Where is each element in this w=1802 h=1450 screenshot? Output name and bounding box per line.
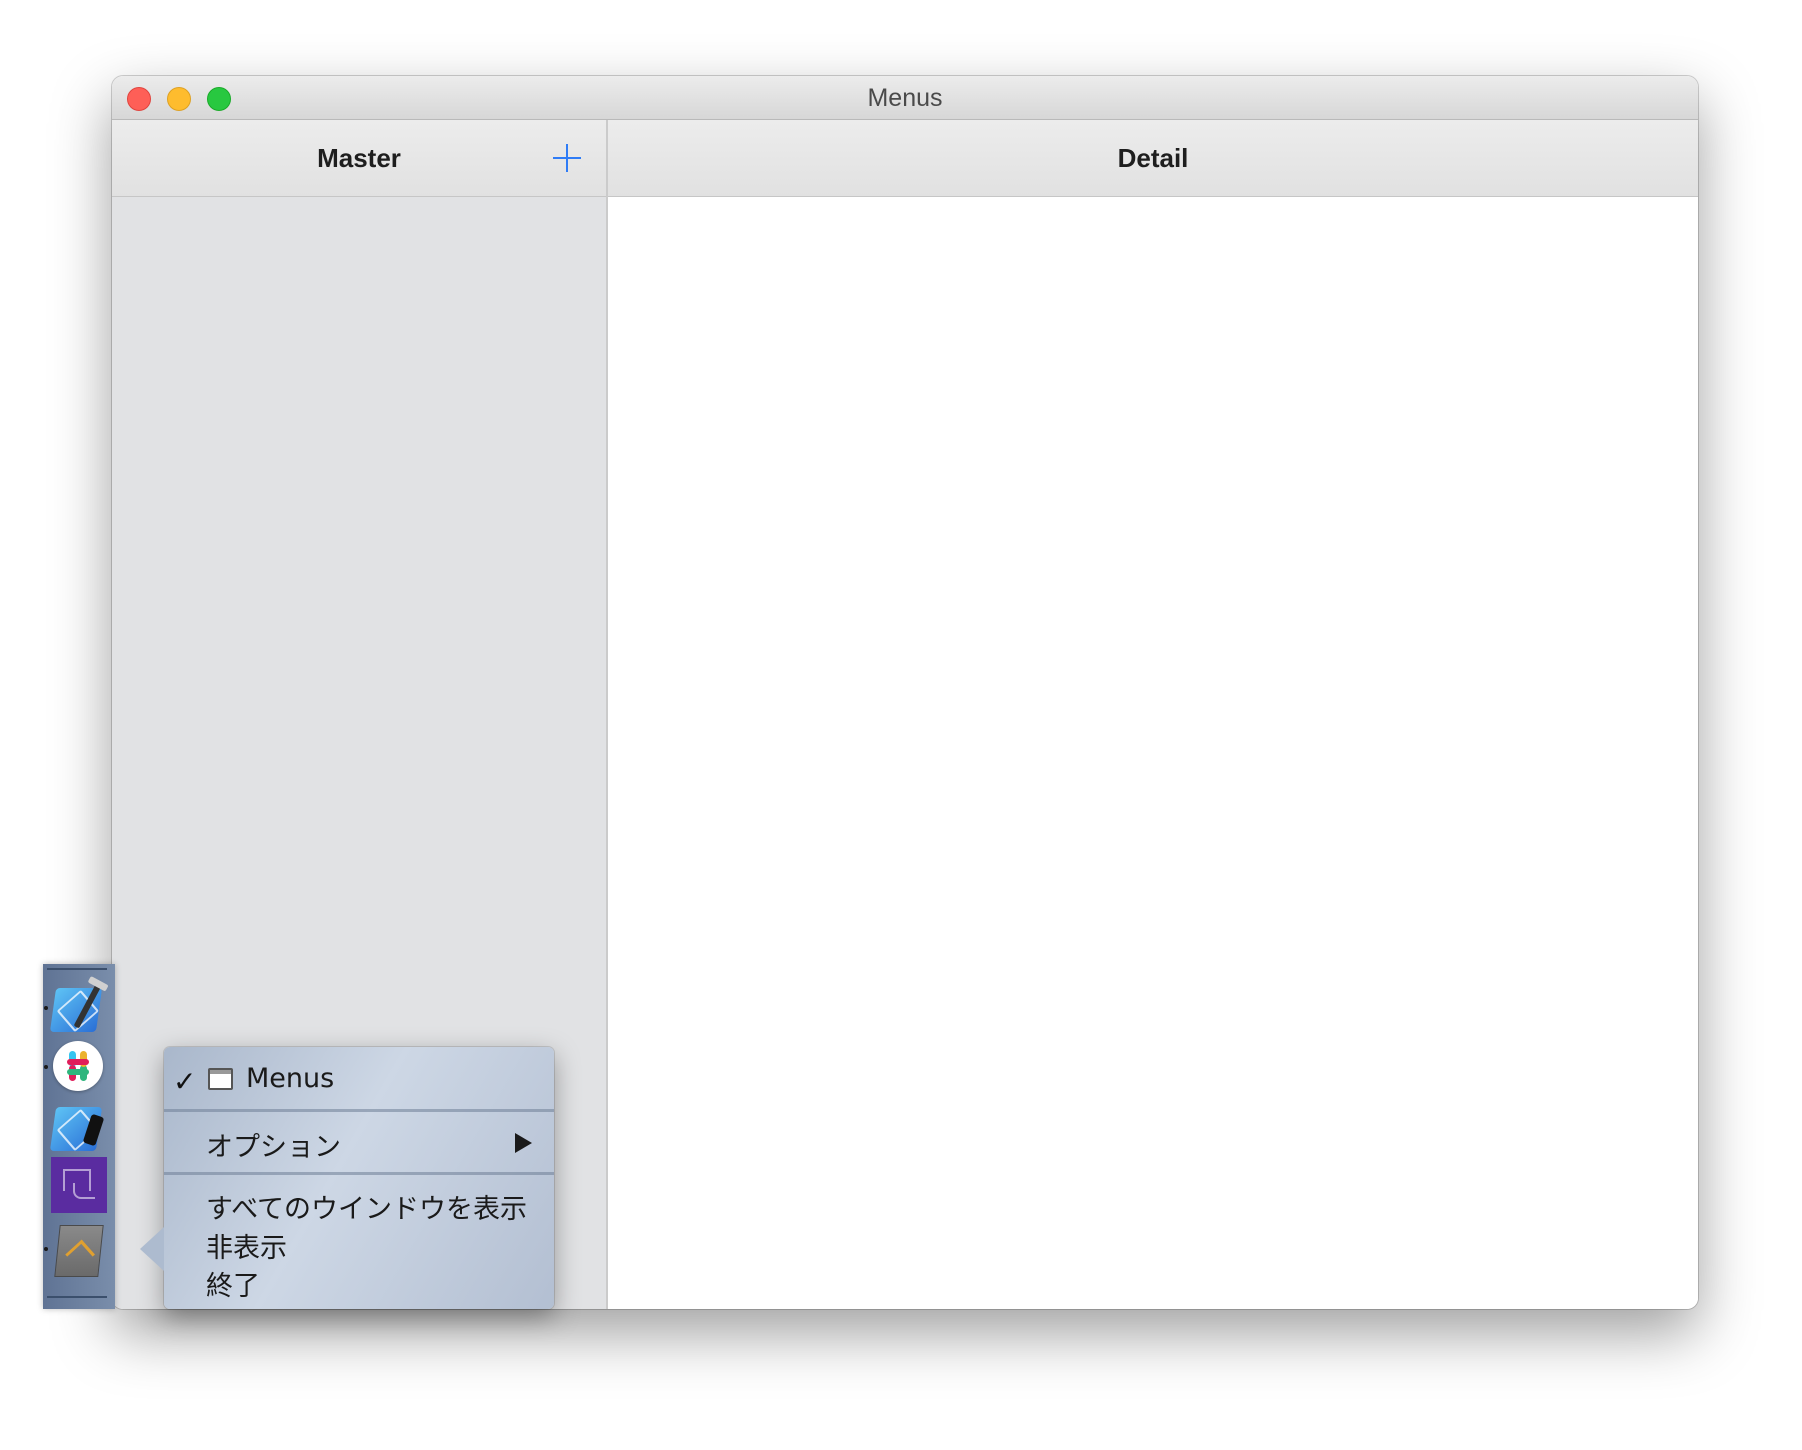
dock-item-menus-app[interactable]	[44, 1221, 107, 1279]
menu-pointer	[140, 1227, 164, 1271]
slack-icon	[53, 1041, 103, 1091]
detail-title: Detail	[1117, 143, 1189, 173]
menu-separator	[164, 1172, 554, 1175]
master-header: Master	[112, 120, 606, 197]
dock	[43, 964, 115, 1309]
purple-app-icon	[51, 1157, 107, 1213]
submenu-arrow-icon	[515, 1133, 532, 1153]
running-indicator	[44, 1247, 48, 1251]
menus-app-icon	[54, 1225, 104, 1277]
detail-pane: Detail	[608, 120, 1698, 1309]
menu-item-hide[interactable]: 非表示	[164, 1226, 554, 1264]
window-icon	[208, 1068, 233, 1090]
window-title: Menus	[867, 84, 943, 112]
running-indicator	[44, 1006, 48, 1010]
dock-item-purple-app[interactable]	[49, 1153, 107, 1213]
detail-header: Detail	[608, 120, 1698, 197]
dock-divider	[47, 1296, 107, 1298]
checkmark-icon: ✓	[173, 1065, 197, 1098]
menu-separator	[164, 1109, 554, 1112]
master-title: Master	[317, 143, 401, 173]
menu-item-label: すべてのウインドウを表示	[206, 1194, 528, 1225]
menu-item-label: 非表示	[206, 1233, 287, 1264]
menu-item-label: オプション	[206, 1132, 341, 1163]
menu-item-quit[interactable]: 終了	[164, 1264, 554, 1302]
dock-item-xcode[interactable]	[44, 978, 107, 1036]
menu-item-options[interactable]: オプション	[164, 1125, 554, 1165]
dock-item-slack[interactable]	[44, 1037, 107, 1095]
title-bar[interactable]: Menus	[112, 76, 1698, 120]
menu-item-label: 終了	[206, 1271, 260, 1302]
menu-item-label: Menus	[246, 1063, 335, 1094]
menu-item-window-menus[interactable]: ✓ Menus	[164, 1063, 554, 1103]
running-indicator	[44, 1065, 48, 1069]
add-button[interactable]	[552, 143, 582, 173]
dock-item-simulator[interactable]	[49, 1097, 107, 1155]
menu-item-show-all-windows[interactable]: すべてのウインドウを表示	[164, 1187, 554, 1225]
dock-divider	[47, 968, 107, 970]
dock-context-menu: ✓ Menus オプション すべてのウインドウを表示 非表示 終了	[140, 1047, 554, 1309]
